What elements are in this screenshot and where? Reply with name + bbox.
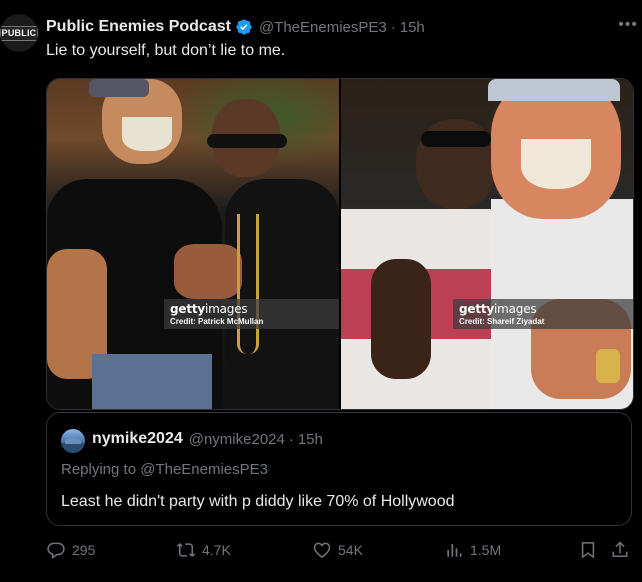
- repost-icon: [176, 543, 196, 557]
- quote-text: Least he didn't party with p diddy like …: [61, 493, 455, 510]
- bookmark-button[interactable]: [578, 540, 604, 560]
- repost-button[interactable]: 4.7K: [176, 540, 231, 560]
- photo-credit: Credit: Shareif Ziyadat: [459, 317, 545, 326]
- like-icon: [313, 542, 331, 558]
- reply-icon: [47, 542, 65, 559]
- replying-to: Replying to @TheEnemiesPE3: [61, 461, 268, 478]
- photo-credit: Credit: Patrick McMullan: [170, 317, 264, 326]
- getty-watermark: gettyimages Credit: Patrick McMullan: [164, 299, 339, 329]
- photo-hogan-diddy-1[interactable]: gettyimages Credit: Patrick McMullan: [47, 79, 339, 409]
- quoted-tweet[interactable]: nymike2024 @nymike2024 · 15h Replying to…: [46, 412, 632, 526]
- reply-count: 295: [72, 542, 96, 558]
- quote-author-name[interactable]: nymike2024: [92, 430, 183, 448]
- repost-count: 4.7K: [202, 542, 231, 558]
- verified-icon: [236, 19, 252, 35]
- media-grid: gettyimages Credit: Patrick McMullan get…: [46, 78, 634, 410]
- views-button[interactable]: 1.5M: [444, 540, 501, 560]
- tweet-header: Public Enemies Podcast @TheEnemiesPE3 · …: [46, 16, 622, 38]
- replying-mention[interactable]: @TheEnemiesPE3: [140, 461, 268, 478]
- quote-author-handle[interactable]: @nymike2024: [189, 431, 285, 448]
- getty-logo-light: images: [205, 302, 248, 316]
- avatar-logo-text: PUBLIC: [0, 25, 38, 41]
- author-name[interactable]: Public Enemies Podcast: [46, 18, 231, 36]
- views-count: 1.5M: [470, 542, 502, 558]
- bookmark-icon: [581, 542, 595, 559]
- tweet-text: Lie to yourself, but don’t lie to me.: [46, 42, 286, 59]
- photo-hogan-diddy-2[interactable]: gettyimages Credit: Shareif Ziyadat: [341, 79, 633, 409]
- getty-watermark: gettyimages Credit: Shareif Ziyadat: [453, 299, 633, 329]
- views-icon: [447, 544, 462, 557]
- more-icon[interactable]: •••: [618, 16, 638, 34]
- tweet-time[interactable]: 15h: [400, 19, 425, 36]
- getty-logo-bold: getty: [170, 302, 206, 316]
- quote-avatar[interactable]: [61, 429, 85, 453]
- author-handle[interactable]: @TheEnemiesPE3: [259, 19, 387, 36]
- author-avatar[interactable]: PUBLIC: [0, 14, 38, 52]
- reply-button[interactable]: 295: [46, 540, 95, 560]
- getty-logo-bold: getty: [459, 302, 495, 316]
- quote-time[interactable]: 15h: [298, 431, 323, 448]
- share-button[interactable]: [610, 540, 636, 560]
- quote-header: nymike2024 @nymike2024 · 15h: [92, 430, 323, 448]
- action-bar: 295 4.7K 54K 1.5M: [46, 540, 628, 564]
- replying-prefix: Replying to: [61, 461, 137, 478]
- getty-logo-light: images: [494, 302, 537, 316]
- separator-dot: ·: [390, 18, 396, 36]
- like-button[interactable]: 54K: [312, 540, 363, 560]
- separator-dot: ·: [288, 430, 294, 448]
- share-icon: [612, 541, 628, 557]
- like-count: 54K: [338, 542, 363, 558]
